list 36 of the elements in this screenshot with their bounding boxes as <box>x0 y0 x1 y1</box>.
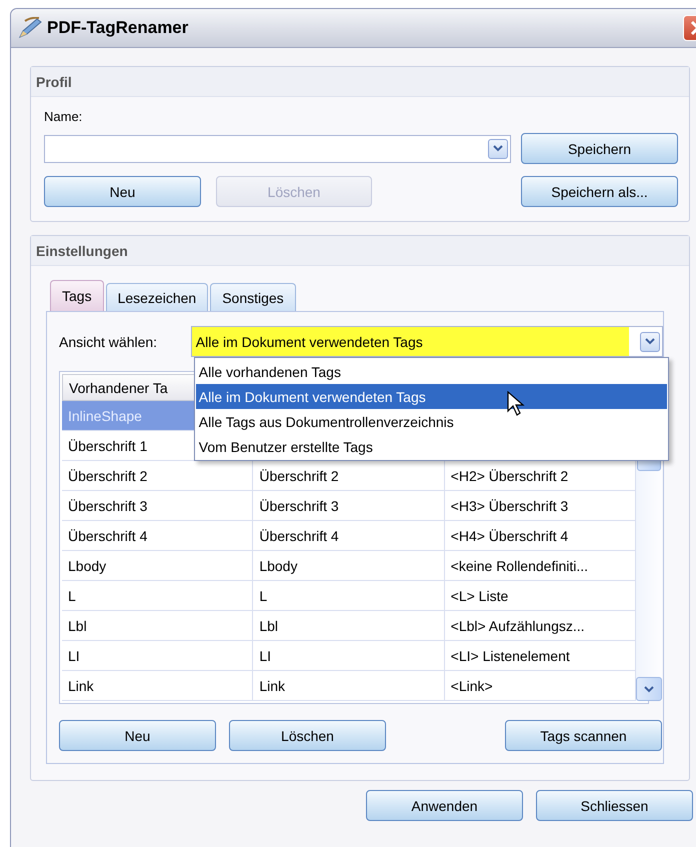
view-label: Ansicht wählen: <box>59 334 158 350</box>
button[interactable]: Anwenden <box>366 790 523 821</box>
dropdown-button[interactable] <box>488 138 508 158</box>
table-row[interactable]: Link Link <Link> <box>62 671 636 701</box>
table-cell: Link <box>253 671 445 701</box>
button[interactable]: Tags scannen <box>505 720 662 751</box>
button[interactable]: Neu <box>44 176 201 207</box>
window-title: PDF-TagRenamer <box>47 18 188 38</box>
group-title: Profil <box>36 74 72 90</box>
caret-icon <box>645 338 655 345</box>
group-title: Einstellungen <box>36 242 128 258</box>
cursor-icon <box>506 391 525 417</box>
table-row[interactable]: Überschrift 4 Überschrift 4 <H4> Überschrift 4 <box>62 521 636 551</box>
button[interactable]: Speichern als... <box>521 176 678 207</box>
scroll-down-button[interactable] <box>636 677 662 701</box>
caret-icon <box>644 686 654 692</box>
dropdown-option[interactable]: Alle im Dokument verwendeten Tags <box>196 384 667 409</box>
tab[interactable]: Lesezeichen <box>106 283 208 311</box>
name-label: Name: <box>44 109 84 124</box>
caret-icon <box>493 145 503 152</box>
button[interactable]: Löschen <box>229 720 386 751</box>
table-cell: <Link> <box>444 671 636 701</box>
tab[interactable]: Sonstiges <box>210 283 296 311</box>
pencil-icon <box>17 17 43 39</box>
table-row[interactable]: Überschrift 3 Überschrift 3 <H3> Überschrift 3 <box>62 491 636 521</box>
button[interactable]: Speichern <box>521 133 678 164</box>
table-row[interactable]: LI LI <LI> Listenelement <box>62 641 636 671</box>
table-row[interactable]: Lbody Lbody <keine Rollendefiniti... <box>62 551 636 581</box>
table-row[interactable]: Überschrift 2 Überschrift 2 <H2> Überschrift 2 <box>62 461 636 491</box>
tab[interactable]: Tags <box>50 280 104 311</box>
table-row[interactable]: L L <L> Liste <box>62 581 636 611</box>
table-row[interactable]: Lbl Lbl <Lbl> Aufzählungsz... <box>62 611 636 641</box>
button[interactable]: Neu <box>59 720 216 751</box>
button[interactable]: Schliessen <box>536 790 693 821</box>
table-cell: Link <box>62 671 254 701</box>
dropdown-button[interactable] <box>640 332 660 352</box>
